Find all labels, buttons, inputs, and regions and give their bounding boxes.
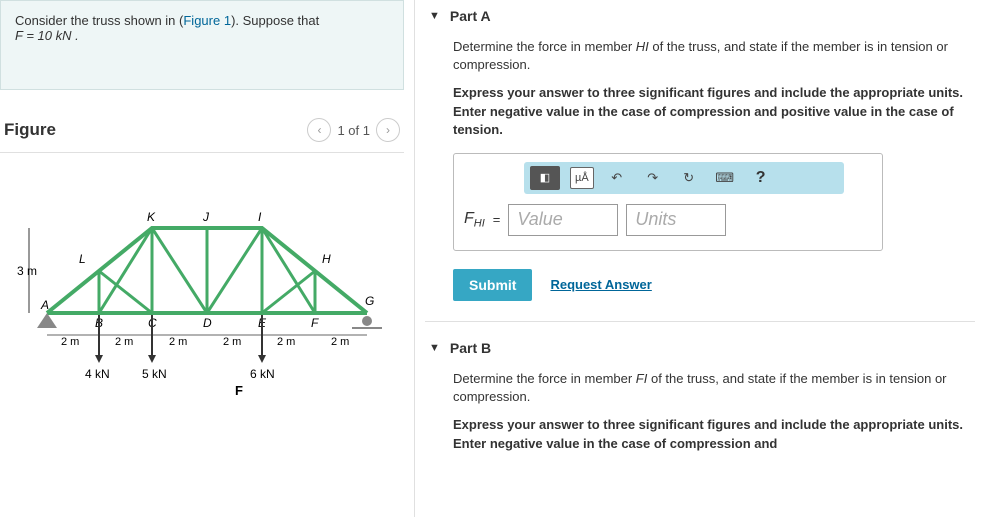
- svg-text:2 m: 2 m: [61, 336, 79, 348]
- submit-button[interactable]: Submit: [453, 269, 532, 301]
- problem-equation: F = 10 kN .: [15, 28, 79, 43]
- part-a-prompt: Determine the force in member HI of the …: [453, 38, 971, 74]
- svg-text:2 m: 2 m: [277, 336, 295, 348]
- units-picker-button[interactable]: µÅ: [570, 167, 594, 189]
- svg-text:2 m: 2 m: [115, 336, 133, 348]
- collapse-icon: ▼: [429, 10, 440, 22]
- keyboard-icon[interactable]: ⌨: [712, 167, 738, 189]
- svg-text:2 m: 2 m: [169, 336, 187, 348]
- part-a-header[interactable]: ▼ Part A: [425, 0, 975, 38]
- part-a-instructions: Express your answer to three significant…: [453, 84, 971, 139]
- svg-text:6 kN: 6 kN: [250, 367, 275, 381]
- problem-text-2: ). Suppose that: [231, 13, 319, 28]
- answer-box: ◧ µÅ ↶ ↷ ↻ ⌨ ? FHI = Value Units: [453, 153, 883, 251]
- figure-title: Figure: [4, 120, 56, 140]
- answer-toolbar: ◧ µÅ ↶ ↷ ↻ ⌨ ?: [524, 162, 844, 194]
- truss-figure: 3 m K J I L H A B C D E F G 2 m 2 m 2 m …: [0, 173, 404, 416]
- variable-label: FHI: [464, 210, 485, 230]
- svg-text:H: H: [322, 252, 331, 266]
- help-icon[interactable]: ?: [748, 167, 774, 189]
- pager-prev-button[interactable]: ‹: [307, 118, 331, 142]
- svg-text:4 kN: 4 kN: [85, 367, 110, 381]
- equals-sign: =: [493, 212, 501, 227]
- svg-text:J: J: [202, 210, 210, 224]
- divider: [425, 321, 975, 322]
- collapse-icon: ▼: [429, 342, 440, 354]
- figure-link[interactable]: Figure 1: [183, 13, 231, 28]
- part-b-prompt: Determine the force in member FI of the …: [453, 370, 971, 406]
- reset-icon[interactable]: ↻: [676, 167, 702, 189]
- figure-header: Figure ‹ 1 of 1 ›: [0, 110, 404, 153]
- svg-text:I: I: [258, 210, 262, 224]
- svg-text:L: L: [79, 252, 86, 266]
- svg-text:2 m: 2 m: [331, 336, 349, 348]
- svg-text:F: F: [311, 316, 319, 330]
- part-b-instructions: Express your answer to three significant…: [453, 416, 971, 452]
- svg-text:F: F: [235, 383, 243, 398]
- svg-text:K: K: [147, 210, 156, 224]
- svg-text:D: D: [203, 316, 212, 330]
- value-input[interactable]: Value: [508, 204, 618, 236]
- templates-icon[interactable]: ◧: [530, 166, 560, 190]
- undo-icon[interactable]: ↶: [604, 167, 630, 189]
- answer-row: FHI = Value Units: [464, 204, 872, 236]
- pager-next-button[interactable]: ›: [376, 118, 400, 142]
- redo-icon[interactable]: ↷: [640, 167, 666, 189]
- request-answer-link[interactable]: Request Answer: [550, 277, 651, 292]
- figure-pager: ‹ 1 of 1 ›: [307, 118, 400, 142]
- svg-text:5 kN: 5 kN: [142, 367, 167, 381]
- svg-text:A: A: [40, 298, 49, 312]
- part-b-title: Part B: [450, 340, 491, 356]
- problem-statement: Consider the truss shown in (Figure 1). …: [0, 0, 404, 90]
- pager-count: 1 of 1: [337, 123, 370, 138]
- part-a-title: Part A: [450, 8, 491, 24]
- svg-text:G: G: [365, 294, 374, 308]
- units-input[interactable]: Units: [626, 204, 726, 236]
- dim-height: 3 m: [17, 264, 37, 278]
- part-b-header[interactable]: ▼ Part B: [425, 332, 975, 370]
- problem-text: Consider the truss shown in (: [15, 13, 183, 28]
- svg-text:2 m: 2 m: [223, 336, 241, 348]
